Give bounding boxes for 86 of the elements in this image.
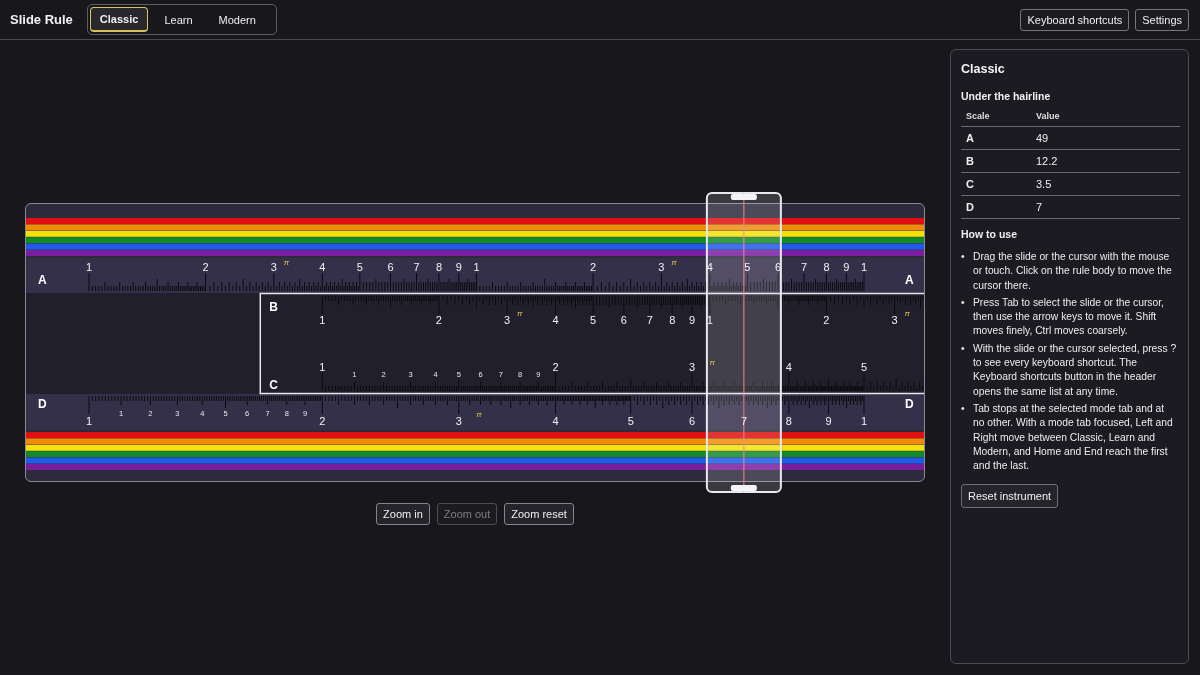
scale-label: 9 [455,261,462,273]
scale-label: 6 [689,415,696,427]
scale-label: 5 [590,314,597,326]
scale-label: 1 [85,415,93,427]
header-button[interactable]: Keyboard shortcuts [1020,8,1130,31]
panel-title: Classic [961,62,1005,76]
scale-label: 4 [785,361,792,373]
scale-label: 8 [823,261,830,273]
pi-mark: π [476,410,482,419]
scale-label: 7 [800,261,808,273]
scale-label: 8 [669,314,676,326]
scale-label: 2 [435,314,442,326]
pi-mark: π [709,358,715,367]
pi-mark: π [283,258,289,267]
scale-label: 9 [843,261,850,273]
scale-label: 3 [455,415,462,427]
scale-label: 6 [620,314,627,326]
scale-label: 8 [435,261,442,273]
scale-letter: A [38,273,47,287]
pi-mark: π [904,309,910,318]
scale-label: 1 [860,415,868,427]
column-header: Scale [961,108,1031,127]
column-header: Value [1031,108,1180,127]
scale-label: 9 [689,314,696,326]
mode-tab[interactable]: Modern [208,7,266,32]
scale-label: 5 [744,261,751,273]
scale-label: 8 [785,415,792,427]
scale-label: 3 [504,314,511,326]
scale-label: 1 [319,361,326,373]
scale-label: 4 [319,261,326,273]
scale-label: 1 [319,314,326,326]
table-cell: A [961,126,1031,150]
scale-label: 4 [552,415,559,427]
section-title: How to use [961,228,1017,240]
bullet: • [961,401,966,416]
zoom-button[interactable]: Zoom in [376,503,430,525]
table-cell: C [961,172,1031,196]
header-button[interactable]: Settings [1135,8,1189,31]
scale-label: 7 [646,314,653,326]
scale-letter: B [269,300,278,314]
scale-label: 3 [689,361,696,373]
mode-tab[interactable]: Learn [154,7,203,32]
scale-label: 6 [387,261,394,273]
scale-label: 3 [891,314,898,326]
scale-label: 2 [823,314,830,326]
table-cell: 7 [1031,195,1180,219]
help-item: Drag the slide or the cursor with the mouse or touch. Click on the rule body to move the cursor there. [973,250,1173,293]
help-item: With the slide or the cursor selected, press ? to see every keyboard shortcut. The Keyboard shortcuts button in the header opens the same list at any time. [973,341,1178,399]
cursor[interactable] [705,192,782,493]
scale-label: 9 [825,415,832,427]
reset-button[interactable]: Reset instrument [961,484,1059,509]
scale-label: 2 [552,361,559,373]
scale-label: 5 [356,261,363,273]
scale-label: 3 [658,261,665,273]
scale-label: 2 [202,261,209,273]
app-title: Slide Rule [10,12,73,27]
scale-label: 1 [473,261,480,273]
scale-label: 5 [860,361,868,373]
pi-mark: π [671,258,677,267]
scale-letter: A [905,273,914,287]
bullet: • [961,250,966,264]
scale-letter: C [269,378,278,392]
scale-label: 1 [860,261,868,273]
scale-letter: D [905,397,914,411]
scale-label: 5 [627,415,634,427]
scale-label: 7 [413,261,420,273]
scale-label: 2 [590,261,597,273]
table-cell: 12.2 [1031,149,1180,173]
help-item: Tab stops at the selected mode tab and at no other. With a mode tab focused, Left and Right move between Classic, Learn and Modern, and Home and End reach the first and the last. [973,401,1174,474]
bullet: • [961,295,966,310]
help-item: Press Tab to select the slide or the cursor, then use the arrow keys to move it. Shift moves finely, Ctrl moves coarsely. [973,295,1165,339]
mode-tab[interactable]: Classic [89,7,149,32]
slide[interactable] [259,292,924,395]
scale-letter: D [38,397,47,411]
table-cell: 3.5 [1031,172,1180,196]
table-cell: 49 [1031,126,1180,150]
scale-label: 2 [319,415,326,427]
zoom-button[interactable]: Zoom reset [504,503,574,525]
scale-label: 1 [85,261,93,273]
bullet: • [961,341,966,356]
table-cell: D [961,195,1031,219]
scale-label: 4 [552,314,559,326]
scale-label: 3 [270,261,277,273]
pi-mark: π [516,309,523,318]
section-title: Under the hairline [961,90,1051,102]
table-cell: B [961,149,1031,173]
